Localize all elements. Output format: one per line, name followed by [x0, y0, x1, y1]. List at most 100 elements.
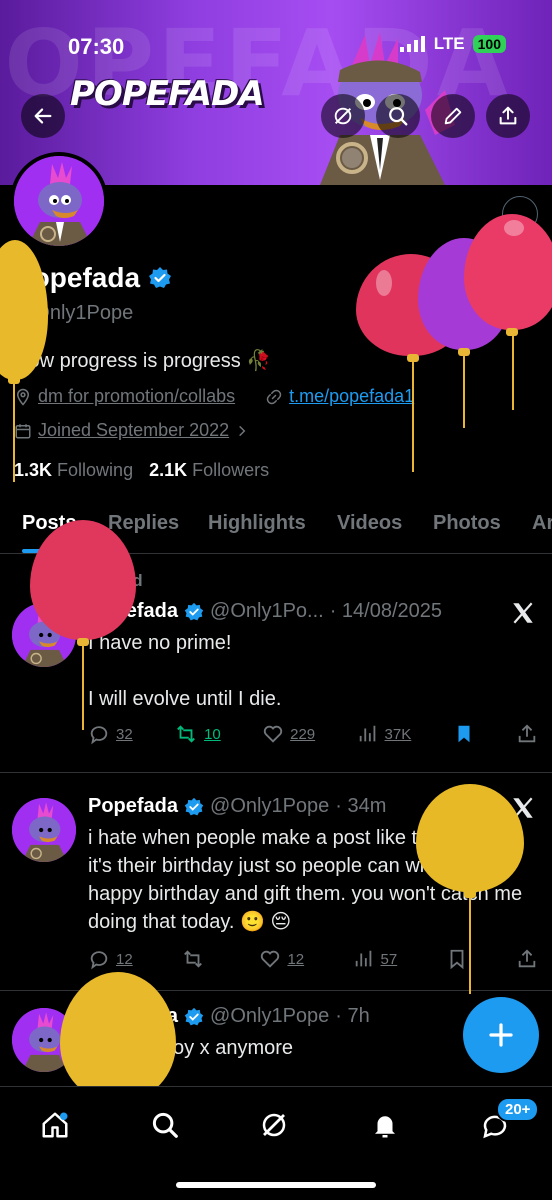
location-pin-icon: [16, 388, 30, 406]
search-icon: [389, 107, 408, 126]
share-icon[interactable]: [516, 723, 538, 745]
tab-articles[interactable]: Ar: [532, 512, 552, 535]
bookmark-icon[interactable]: [453, 723, 475, 745]
post-header: Popefada @Only1Pope · 7h: [88, 1005, 370, 1028]
network-type: LTE: [433, 34, 465, 53]
status-bar-time: 07:30: [68, 34, 125, 59]
post-time: · 34m: [335, 795, 387, 817]
nav-notifications[interactable]: [365, 1105, 405, 1145]
banner-logo: POPEFADA: [70, 74, 265, 114]
tab-highlights[interactable]: Highlights: [208, 512, 306, 535]
share-icon: [499, 106, 517, 125]
follow-counts: 1.3K Following 2.1K Followers: [14, 460, 269, 481]
heart-icon: [261, 950, 280, 968]
balloon-red-1: [356, 254, 466, 474]
post-line-2: I will evolve until I die.: [88, 688, 282, 710]
tab-replies[interactable]: Replies: [108, 512, 179, 535]
views-button[interactable]: 37K: [357, 723, 412, 745]
profile-display-name: Popefada: [14, 262, 141, 293]
grok-icon: [262, 1113, 286, 1137]
profile-joined: Joined September 2022: [38, 420, 230, 440]
bell-icon: [375, 1116, 395, 1138]
share-icon[interactable]: [516, 948, 538, 970]
profile-bio: slow progress is progress 🥀: [14, 348, 271, 373]
x-logo-icon[interactable]: [510, 600, 536, 626]
profile-name: Popefada: [14, 262, 172, 294]
arrow-left-icon: [34, 108, 52, 124]
repost-button[interactable]: [181, 948, 211, 970]
reply-button[interactable]: 12: [88, 948, 133, 970]
profile-bio-text: slow progress is progress: [14, 350, 241, 372]
post-actions: 32 10 229 37K: [88, 723, 538, 745]
followers-link[interactable]: 2.1K Followers: [149, 460, 269, 481]
post-avatar[interactable]: [12, 798, 76, 862]
profile-handle: @Only1Pope: [14, 302, 134, 324]
reply-icon: [90, 951, 108, 970]
post-author-name[interactable]: Popefada: [88, 600, 178, 623]
followers-label: Followers: [192, 460, 270, 480]
tab-posts[interactable]: Posts: [22, 512, 76, 535]
verified-badge-icon: [184, 797, 204, 815]
nav-search[interactable]: [145, 1105, 185, 1145]
calendar-icon: [15, 423, 31, 438]
post-text: i hate when people make a post like this…: [88, 827, 523, 933]
post-pinned[interactable]: Popefada @Only1Po... · 14/08/2025 I have…: [0, 555, 552, 773]
profile-website-link[interactable]: t.me/popefada1: [289, 386, 414, 407]
post-avatar[interactable]: [12, 1008, 76, 1072]
post-text: I have no prime! I will evolve until I d…: [88, 629, 528, 713]
post-line-1: I have no prime!: [88, 632, 232, 654]
following-count: 1.3K: [14, 460, 53, 480]
balloon-purple: [418, 238, 510, 428]
compose-post-button[interactable]: [463, 997, 539, 1073]
profile-joined-row[interactable]: Joined September 2022: [14, 420, 249, 441]
messages-badge: 20+: [496, 1097, 540, 1122]
edit-button[interactable]: [431, 94, 475, 138]
home-indicator: [176, 1182, 376, 1188]
repost-icon: [177, 725, 195, 743]
repost-icon: [184, 950, 202, 968]
verified-badge-icon: [184, 602, 204, 620]
nav-grok[interactable]: [254, 1105, 294, 1145]
search-button[interactable]: [376, 94, 420, 138]
post-time: · 7h: [335, 1005, 370, 1027]
link-icon: [266, 389, 282, 404]
heart-icon: [263, 725, 283, 743]
reply-button[interactable]: 32: [88, 723, 133, 745]
signal-icon: [399, 36, 425, 52]
views-button[interactable]: 57: [353, 948, 397, 970]
repost-button[interactable]: 10: [174, 723, 221, 745]
like-button[interactable]: 229: [262, 723, 315, 745]
tab-videos[interactable]: Videos: [337, 512, 402, 535]
balloon-red-2: [464, 214, 552, 410]
reply-count: 12: [116, 950, 133, 968]
back-button[interactable]: [21, 94, 65, 138]
like-button[interactable]: 12: [259, 948, 304, 970]
avatar-illustration: [12, 1008, 76, 1072]
post-avatar[interactable]: [12, 603, 76, 667]
reply-icon: [90, 726, 108, 745]
post[interactable]: Popefada @Only1Pope · 34m i hate when pe…: [0, 773, 552, 991]
views-icon: [359, 725, 375, 742]
post-author-name[interactable]: Popefada: [88, 1005, 178, 1028]
chevron-right-icon: [239, 425, 246, 436]
followers-count: 2.1K: [149, 460, 188, 480]
profile-tabs: Posts Replies Highlights Videos Photos A…: [0, 500, 552, 554]
profile-avatar[interactable]: [10, 152, 108, 250]
verified-badge-icon: [149, 267, 172, 288]
profile-location: dm for promotion/collabs: [38, 386, 236, 406]
tab-photos[interactable]: Photos: [433, 512, 501, 535]
nav-home[interactable]: [35, 1105, 75, 1145]
share-button[interactable]: [486, 94, 530, 138]
x-logo-icon[interactable]: [510, 795, 536, 821]
views-count: 37K: [384, 725, 412, 743]
like-count: 229: [290, 725, 316, 743]
grok-button[interactable]: [321, 94, 365, 138]
status-bar-indicators: LTE 100: [399, 34, 506, 54]
post-author-name[interactable]: Popefada: [88, 795, 178, 818]
post-text: i don't enjoy x anymore: [88, 1037, 294, 1059]
bookmark-icon[interactable]: [446, 948, 468, 970]
notification-bell-button[interactable]: [502, 196, 538, 232]
post-header: Popefada @Only1Pope · 34m: [88, 795, 386, 818]
following-link[interactable]: 1.3K Following: [14, 460, 133, 481]
views-icon: [355, 950, 371, 967]
